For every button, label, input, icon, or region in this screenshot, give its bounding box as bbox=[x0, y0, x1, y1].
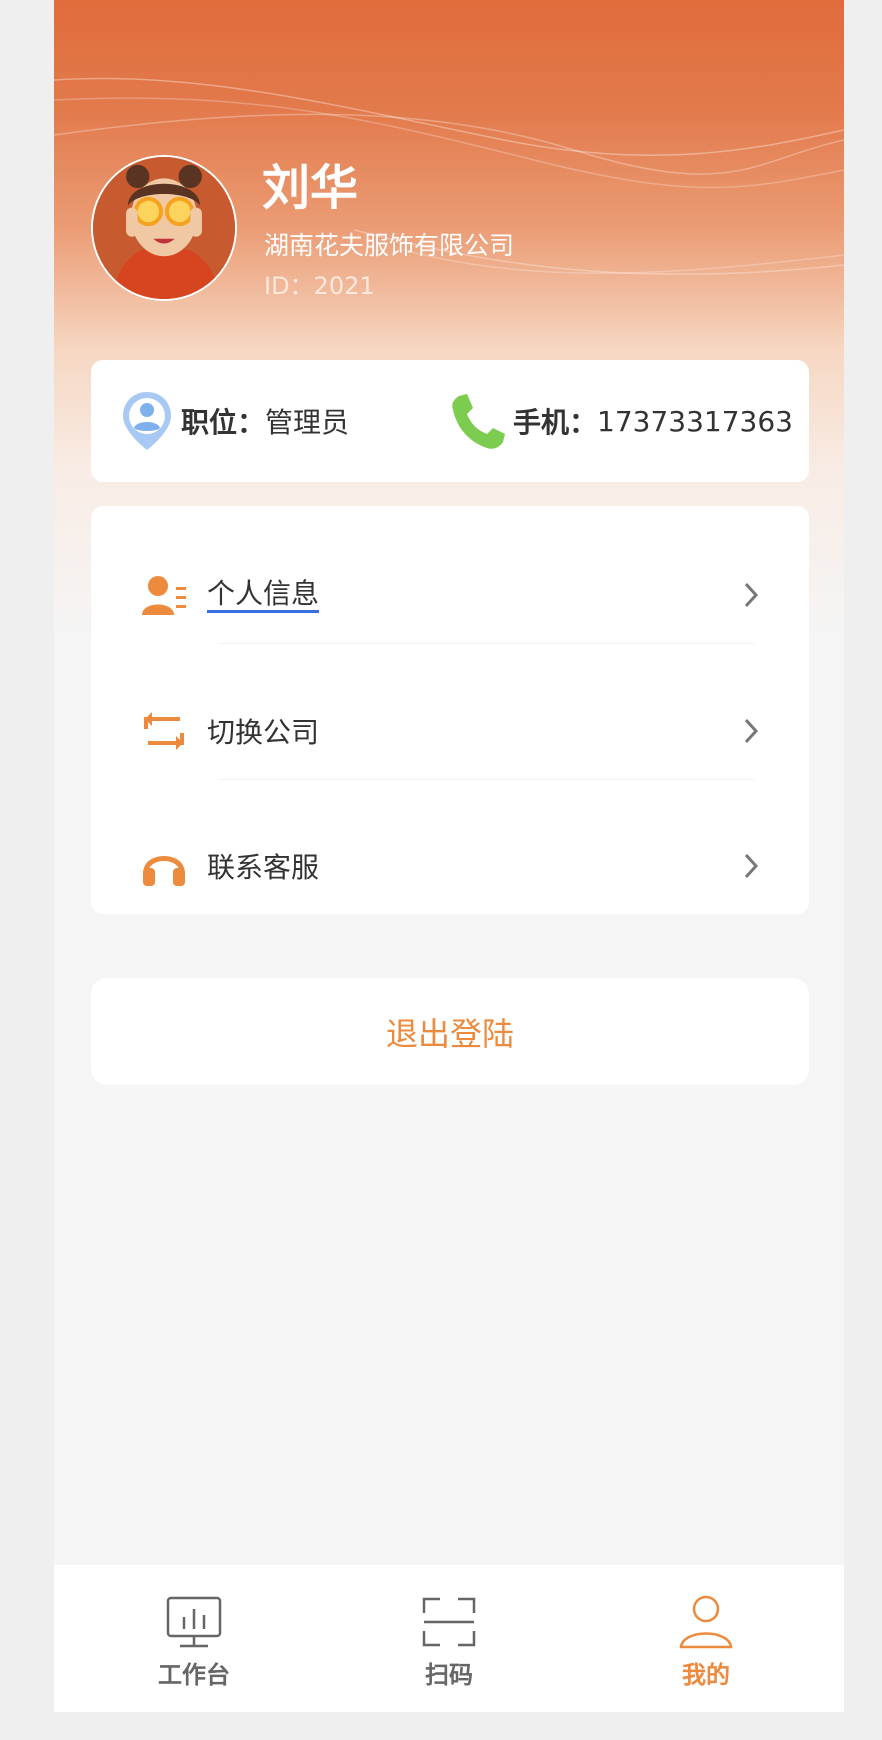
tab-label: 工作台 bbox=[158, 1661, 230, 1689]
position-colon: ： bbox=[237, 406, 266, 439]
switch-icon bbox=[144, 712, 184, 750]
position-value: 管理员 bbox=[265, 406, 350, 439]
phone-value: 17373317363 bbox=[597, 404, 793, 438]
tab-scan[interactable]: 扫码 bbox=[369, 1565, 529, 1712]
user-icon bbox=[679, 1595, 733, 1649]
phone-label: 手机 bbox=[513, 406, 570, 439]
menu-item-switch-company[interactable]: 切换公司 bbox=[91, 691, 809, 771]
company-name: 湖南花夫服饰有限公司 bbox=[264, 231, 515, 260]
menu-item-contact-service[interactable]: 联系客服 bbox=[91, 826, 809, 906]
logout-button[interactable]: 退出登陆 bbox=[91, 978, 809, 1085]
tab-workbench[interactable]: 工作台 bbox=[114, 1565, 274, 1712]
tab-label: 扫码 bbox=[425, 1661, 473, 1689]
location-pin-icon bbox=[123, 392, 171, 450]
phone-icon bbox=[452, 394, 505, 449]
menu-item-label: 切换公司 bbox=[207, 716, 320, 749]
menu-item-label: 联系客服 bbox=[207, 851, 320, 884]
menu-card: 个人信息 切换公司 联系客服 bbox=[91, 506, 809, 914]
info-card: 职位 ： 管理员 手机 ： 17373317363 bbox=[91, 360, 809, 482]
position-info: 职位 ： 管理员 bbox=[121, 360, 349, 482]
workbench-icon bbox=[166, 1596, 222, 1648]
avatar[interactable] bbox=[91, 155, 237, 301]
chevron-right-icon bbox=[744, 853, 759, 879]
menu-item-personal-info[interactable]: 个人信息 bbox=[91, 555, 809, 635]
avatar-image bbox=[93, 157, 235, 299]
chevron-right-icon bbox=[744, 718, 759, 744]
tab-label: 我的 bbox=[682, 1661, 730, 1689]
menu-item-label: 个人信息 bbox=[207, 577, 320, 613]
app-screen: 刘华 湖南花夫服饰有限公司 ID：2021 职位 ： 管理员 手机 ： 1737… bbox=[54, 0, 844, 1712]
menu-divider bbox=[219, 779, 755, 780]
personal-info-icon bbox=[142, 576, 186, 615]
position-label: 职位 bbox=[181, 406, 238, 439]
phone-colon: ： bbox=[569, 406, 598, 439]
bottom-tab-bar: 工作台 扫码 我的 bbox=[54, 1565, 844, 1712]
user-name: 刘华 bbox=[262, 160, 359, 216]
chevron-right-icon bbox=[744, 582, 759, 608]
menu-divider bbox=[219, 643, 755, 644]
headset-icon bbox=[143, 856, 185, 886]
tab-mine[interactable]: 我的 bbox=[626, 1565, 786, 1712]
scan-icon bbox=[422, 1597, 476, 1647]
user-id: ID：2021 bbox=[264, 272, 375, 300]
phone-info[interactable]: 手机 ： 17373317363 bbox=[449, 360, 793, 482]
logout-label: 退出登陆 bbox=[385, 1014, 514, 1053]
